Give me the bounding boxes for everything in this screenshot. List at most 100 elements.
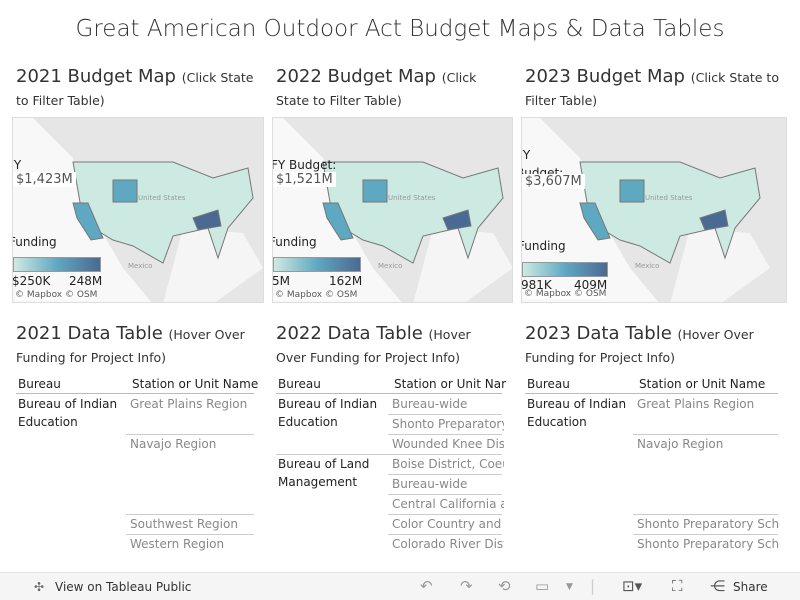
station-cell[interactable]: Navajo Region [637, 434, 780, 454]
heading-text: 2022 Budget Map [276, 66, 436, 87]
legend-title: Funding [521, 239, 566, 253]
map-2023-heading: 2023 Budget Map (Click State to Filter T… [525, 66, 795, 112]
table-2021-heading: 2021 Data Table (Hover Over Funding for … [16, 323, 266, 369]
row-divider [388, 534, 502, 535]
row-divider [126, 514, 254, 515]
legend-title: Funding [272, 235, 317, 249]
revert-icon[interactable]: ⟲ [498, 577, 511, 595]
redo-icon[interactable]: ↷ [460, 577, 473, 595]
legend-max: 248M [69, 274, 103, 288]
funding-color-legend [273, 257, 361, 272]
bureau-cell: Bureau of Indian Education [527, 397, 627, 429]
budget-map-2021[interactable]: United States Mexico FY $1,423M Funding … [12, 117, 264, 303]
heading-text: 2023 Budget Map [525, 66, 685, 87]
share-button[interactable]: Share [733, 580, 768, 594]
mexico-label: Mexico [378, 262, 402, 270]
column-header-bureau[interactable]: Bureau [278, 377, 321, 391]
fy-budget-value: $1,521M [273, 172, 336, 187]
tableau-logo-icon: ✣ [34, 580, 45, 594]
legend-min: $250K [12, 274, 51, 288]
map-svg: United States Mexico [13, 118, 263, 302]
bureau-cell: Bureau of Indian Education [18, 397, 118, 429]
station-cell[interactable]: Shonto Preparatory Scho [637, 514, 780, 534]
station-cell[interactable]: Boise District, Coeu [392, 454, 504, 474]
osm-attribution[interactable]: © OSM [325, 290, 357, 300]
table-2023-heading: 2023 Data Table (Hover Over Funding for … [525, 323, 785, 369]
heading-text: 2022 Data Table [276, 323, 423, 344]
station-cell[interactable]: Bureau-wide [392, 474, 504, 494]
column-header-bureau[interactable]: Bureau [527, 377, 570, 391]
map-2021-heading: 2021 Budget Map (Click State to Filter T… [16, 66, 266, 112]
row-divider [126, 534, 254, 535]
row-divider [126, 434, 254, 435]
data-table-2021: Bureau Station or Unit Name Bureau of In… [16, 377, 258, 557]
station-cell[interactable]: Southwest Region [130, 514, 256, 534]
station-cell[interactable]: Wounded Knee Dist [392, 434, 504, 454]
row-divider [633, 534, 778, 535]
column-header-bureau[interactable]: Bureau [18, 377, 61, 391]
bureau-cell: Bureau of Land Management [278, 457, 370, 489]
column-header-station[interactable]: Station or Unit Name [639, 377, 782, 391]
state-wyoming[interactable] [112, 179, 138, 203]
station-cell[interactable]: Western Region [130, 534, 256, 554]
mapbox-attribution[interactable]: © Mapbox [15, 290, 62, 300]
station-cell[interactable]: Color Country and P [392, 514, 504, 534]
column-header-station[interactable]: Station or Unit Name [394, 377, 506, 391]
download-icon[interactable]: ⊡▾ [622, 577, 642, 595]
station-cell[interactable]: Shonto Preparatory [392, 414, 504, 434]
heading-text: 2023 Data Table [525, 323, 672, 344]
mexico-label: Mexico [128, 262, 152, 270]
attribution[interactable]: © Mapbox © OSM [15, 290, 98, 300]
country-label: United States [138, 194, 186, 202]
map-svg: United States Mexico [273, 118, 512, 302]
heading-text: 2021 Data Table [16, 323, 163, 344]
map-2022-heading: 2022 Budget Map (Click State to Filter T… [276, 66, 506, 112]
state-wyoming[interactable] [362, 179, 388, 203]
row-divider [388, 414, 502, 415]
attribution[interactable]: © Mapbox © OSM [524, 289, 607, 299]
data-table-2023: Bureau Station or Unit Name Bureau of In… [525, 377, 780, 557]
table-2022-heading: 2022 Data Table (Hover Over Funding for … [276, 323, 496, 369]
fullscreen-icon[interactable]: ⛶ [672, 577, 683, 595]
legend-min: 5M [272, 274, 290, 288]
station-cell[interactable]: Central California a [392, 494, 504, 514]
osm-attribution[interactable]: © OSM [574, 289, 606, 299]
budget-map-2023[interactable]: United States Mexico FY Budget: $3,607M … [521, 117, 787, 303]
attribution[interactable]: © Mapbox © OSM [275, 290, 358, 300]
fy-budget-value: $1,423M [13, 172, 76, 187]
legend-max: 162M [329, 274, 363, 288]
osm-attribution[interactable]: © OSM [65, 290, 97, 300]
view-on-tableau-link[interactable]: View on Tableau Public [55, 580, 191, 594]
share-icon[interactable]: ⋲ [710, 577, 725, 595]
column-header-station[interactable]: Station or Unit Name [132, 377, 258, 391]
refresh-icon[interactable]: ▭ [535, 577, 549, 595]
legend-title: Funding [12, 235, 57, 249]
mapbox-attribution[interactable]: © Mapbox [524, 289, 571, 299]
budget-map-2022[interactable]: United States Mexico FY Budget: $1,521M … [272, 117, 513, 303]
country-label: United States [388, 194, 436, 202]
row-divider [388, 474, 502, 475]
fy-budget-value: $3,607M [522, 174, 585, 189]
funding-color-legend [522, 262, 608, 277]
station-cell[interactable]: Great Plains Region [637, 394, 780, 414]
undo-icon[interactable]: ↶ [420, 577, 433, 595]
funding-color-legend [13, 257, 101, 272]
station-cell[interactable]: Navajo Region [130, 434, 256, 454]
bureau-cell: Bureau of Indian Education [278, 397, 378, 429]
station-cell[interactable]: Great Plains Region [130, 394, 256, 414]
country-label: United States [645, 194, 693, 202]
station-cell[interactable]: Bureau-wide [392, 394, 504, 414]
row-divider [633, 514, 778, 515]
mapbox-attribution[interactable]: © Mapbox [275, 290, 322, 300]
station-cell[interactable]: Colorado River Distr [392, 534, 504, 554]
heading-text: 2021 Budget Map [16, 66, 176, 87]
toolbar-divider: | [590, 577, 596, 595]
row-divider [633, 434, 778, 435]
tableau-toolbar: ✣ View on Tableau Public ↶ ↷ ⟲ ▭ ▼ | ⊡▾ … [0, 572, 800, 600]
refresh-dropdown-icon[interactable]: ▼ [566, 582, 573, 592]
station-cell[interactable]: Shonto Preparatory Scho [637, 534, 780, 554]
dashboard-title: Great American Outdoor Act Budget Maps &… [75, 16, 725, 42]
state-wyoming[interactable] [619, 179, 645, 203]
row-divider [388, 494, 502, 495]
mexico-label: Mexico [635, 262, 659, 270]
